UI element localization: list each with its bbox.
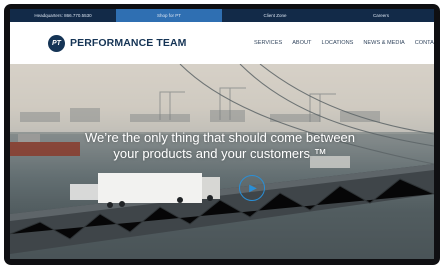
logo-text: PERFORMANCE TEAM (70, 37, 187, 49)
hero-caption: We’re the only thing that should come be… (50, 130, 390, 162)
hero-banner: We’re the only thing that should come be… (10, 64, 434, 259)
play-icon: ▶ (249, 182, 257, 194)
utility-link-client-zone[interactable]: Client Zone (222, 9, 328, 22)
utility-bar: Headquarters: 866.770.5530 Shop for PT C… (10, 9, 434, 22)
play-video-button[interactable]: ▶ (239, 175, 265, 201)
nav-news-media[interactable]: NEWS & MEDIA (363, 40, 404, 46)
nav-contact[interactable]: CONTA (415, 40, 434, 46)
utility-link-shop[interactable]: Shop for PT (116, 9, 222, 22)
nav-locations[interactable]: LOCATIONS (321, 40, 353, 46)
site-logo[interactable]: PT PERFORMANCE TEAM (48, 34, 187, 52)
nav-services[interactable]: SERVICES (254, 40, 282, 46)
utility-link-careers[interactable]: Careers (328, 9, 434, 22)
device-frame: Headquarters: 866.770.5530 Shop for PT C… (4, 4, 440, 265)
utility-link-headquarters[interactable]: Headquarters: 866.770.5530 (10, 9, 116, 22)
hero-caption-line-2: your products and your customers ™ (113, 146, 327, 161)
site-header: PT PERFORMANCE TEAM SERVICES ABOUT LOCAT… (10, 22, 434, 64)
browser-viewport: Headquarters: 866.770.5530 Shop for PT C… (10, 9, 434, 259)
main-nav: SERVICES ABOUT LOCATIONS NEWS & MEDIA CO… (254, 22, 434, 64)
hero-caption-line-1: We’re the only thing that should come be… (84, 130, 356, 145)
logo-badge: PT (48, 34, 65, 52)
nav-about[interactable]: ABOUT (292, 40, 311, 46)
